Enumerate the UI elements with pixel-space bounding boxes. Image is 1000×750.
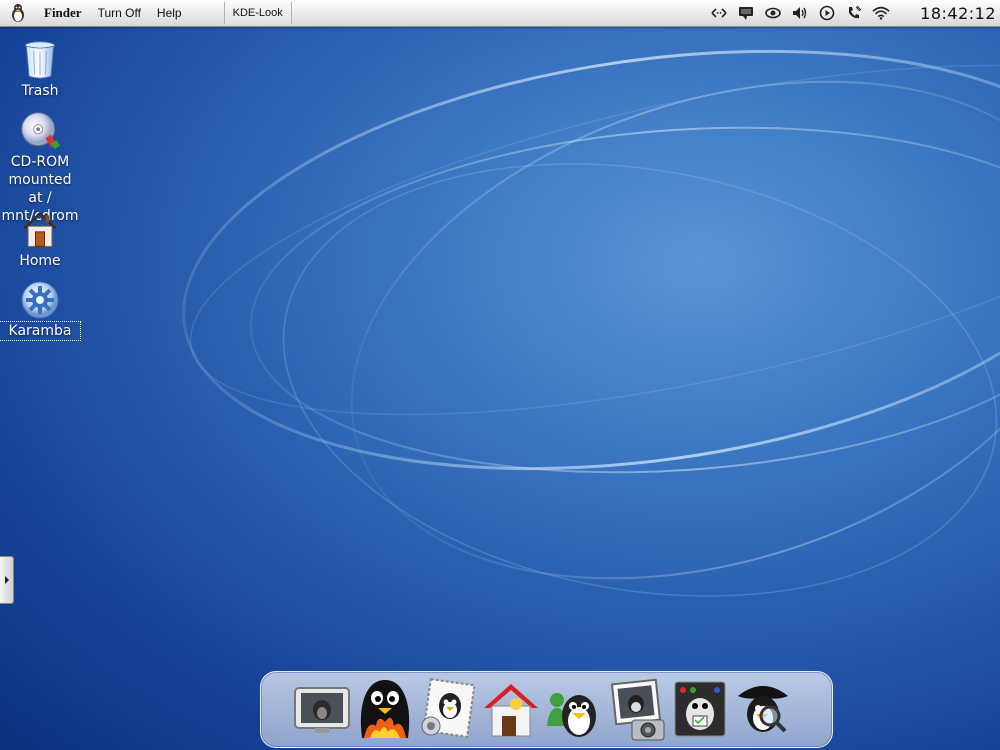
search-pirate-penguin-icon[interactable] [732,676,794,742]
menu-turn-off[interactable]: Turn Off [90,0,149,26]
desktop-icon-label: Karamba [0,321,81,341]
arrow-right-icon [4,576,9,584]
desktop-icon-karamba[interactable]: Karamba [0,280,81,341]
wifi-icon[interactable] [872,4,890,22]
chat-icon[interactable] [737,4,755,22]
menu-help[interactable]: Help [149,0,190,26]
taskbar-button-kde-look[interactable]: KDE-Look [223,2,292,24]
mail-stamp-penguin-icon[interactable] [417,676,479,742]
volume-icon[interactable] [791,4,809,22]
eye-icon[interactable] [764,4,782,22]
cdrom-icon [21,112,60,150]
phone-icon[interactable] [845,4,863,22]
trash-icon [25,41,55,79]
desktop-background[interactable] [0,0,1000,750]
fire-penguin-icon[interactable] [354,676,416,742]
cdrom-label-line: mounted at / [8,172,72,206]
dock [260,671,833,748]
messenger-penguin-icon[interactable] [543,676,605,742]
desktop-icon-trash[interactable]: Trash [0,40,80,100]
top-menubar: Finder Turn Off Help KDE-Look 18:42:12 [0,0,1000,27]
gear-icon [21,281,59,319]
desktop-icon-label: Home [19,253,61,269]
network-icon[interactable] [710,4,728,22]
system-tray [710,0,890,26]
wallpaper-swirl [182,49,1000,597]
cdrom-label-line: CD-ROM [10,154,70,170]
desktop-icon-label: Trash [21,83,59,99]
system-monitor-penguin-icon[interactable] [669,676,731,742]
camera-penguin-icon[interactable] [606,676,668,742]
panel-expand-handle[interactable] [0,556,14,604]
penguin-menu-icon[interactable] [0,0,36,26]
desktop-icon-cdrom[interactable]: CD-ROM mounted at / mnt/cdrom [0,111,80,225]
play-icon[interactable] [818,4,836,22]
home-penguin-icon[interactable] [480,676,542,742]
home-icon [23,211,57,247]
menu-finder[interactable]: Finder [36,0,90,26]
tv-penguin-icon[interactable] [291,676,353,742]
desktop-icon-home[interactable]: Home [0,210,80,270]
clock[interactable]: 18:42:12 [920,0,996,26]
